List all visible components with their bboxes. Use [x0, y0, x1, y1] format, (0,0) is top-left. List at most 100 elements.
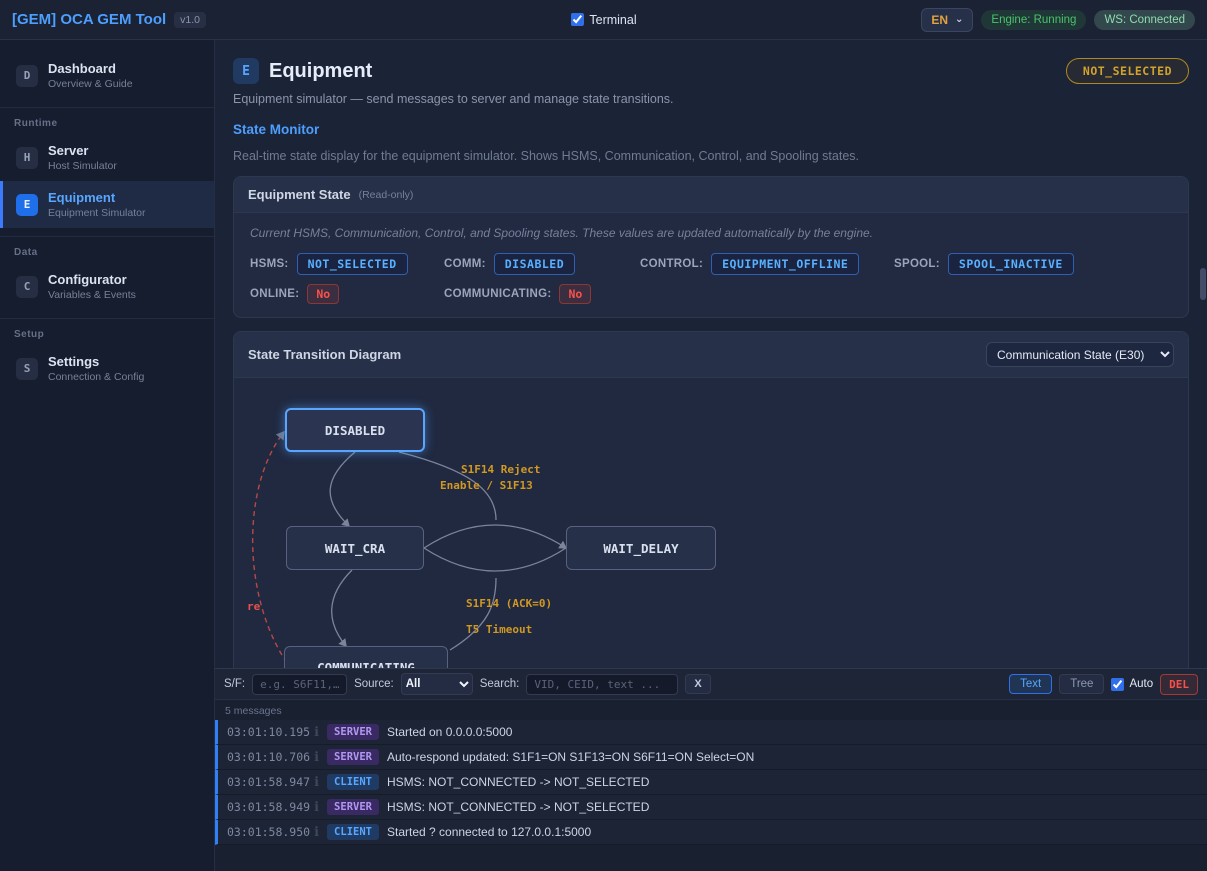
terminal-toggle[interactable]: Terminal [570, 12, 637, 27]
control-value-badge: EQUIPMENT_OFFLINE [711, 253, 860, 275]
equipment-state-title: Equipment State [248, 187, 351, 202]
message-time: 03:01:10.195 [227, 725, 311, 739]
diagram-node-wait-delay[interactable]: WAIT_DELAY [566, 526, 716, 570]
equipment-icon: E [16, 193, 38, 216]
sidebar-item-label: Dashboard [48, 61, 116, 76]
search-label: Search: [479, 678, 520, 690]
message-time: 03:01:10.706 [227, 750, 311, 764]
sidebar-item-sublabel: Connection & Config [48, 371, 145, 383]
state-diagram-canvas: DISABLED WAIT_CRA WAIT_DELAY COMMUNICATI… [234, 378, 1188, 668]
sidebar-item-settings[interactable]: S Settings Connection & Config [0, 345, 214, 392]
equipment-state-description: Current HSMS, Communication, Control, an… [250, 226, 874, 240]
hsms-label: HSMS: [250, 258, 289, 270]
sidebar-section-runtime: Runtime [0, 107, 214, 134]
log-row[interactable]: 03:01:58.947 ℹ CLIENT HSMS: NOT_CONNECTE… [215, 770, 1207, 795]
sidebar: D Dashboard Overview & Guide Runtime H S… [0, 40, 215, 871]
equipment-state-card: Equipment State (Read-only) Current HSMS… [233, 176, 1189, 318]
view-text-button[interactable]: Text [1009, 674, 1053, 694]
info-icon: ℹ [314, 824, 320, 839]
message-source-badge: SERVER [327, 799, 379, 815]
message-source-badge: SERVER [327, 749, 379, 765]
sidebar-item-label: Configurator [48, 272, 127, 287]
sidebar-section-setup: Setup [0, 318, 214, 345]
chevron-down-icon: ⌄ [955, 14, 964, 25]
spool-label: SPOOL: [894, 258, 940, 270]
sidebar-item-sublabel: Equipment Simulator [48, 207, 146, 219]
auto-scroll-toggle[interactable]: Auto [1111, 677, 1154, 691]
edge-label-enable: Enable / S1F13 [440, 479, 533, 492]
readonly-label: (Read-only) [358, 188, 414, 201]
edge-label-reject: S1F14 Reject [461, 463, 541, 476]
sidebar-item-equipment[interactable]: E Equipment Equipment Simulator [0, 181, 214, 228]
message-text: Started on 0.0.0.0:5000 [386, 725, 513, 739]
log-row[interactable]: 03:01:10.706 ℹ SERVER Auto-respond updat… [215, 745, 1207, 770]
sidebar-item-label: Server [48, 143, 89, 158]
edge-label-t5-timeout: T5 Timeout [466, 623, 533, 636]
configurator-icon: C [16, 275, 38, 298]
source-filter-select[interactable]: All [400, 673, 473, 695]
main-content: E Equipment NOT_SELECTED Equipment simul… [215, 40, 1207, 668]
state-diagram-card: State Transition Diagram Communication S… [233, 331, 1189, 668]
top-bar: [GEM] OCA GEM Tool v1.0 Terminal EN ⌄ En… [0, 0, 1207, 40]
message-time: 03:01:58.949 [227, 800, 311, 814]
message-source-badge: SERVER [327, 724, 379, 740]
source-filter-label: Source: [354, 678, 394, 690]
server-icon: H [16, 146, 38, 169]
sidebar-item-sublabel: Host Simulator [48, 160, 117, 172]
spool-value-badge: SPOOL_INACTIVE [947, 253, 1074, 275]
message-source-badge: CLIENT [327, 824, 379, 840]
message-text: Auto-respond updated: S1F1=ON S1F13=ON S… [386, 750, 755, 764]
equipment-page-icon: E [233, 58, 259, 84]
state-flag-communicating: COMMUNICATING: No [444, 284, 894, 304]
hsms-status-pill: NOT_SELECTED [1065, 58, 1189, 84]
scrollbar-thumb[interactable] [1200, 268, 1206, 300]
communicating-value-badge: No [559, 284, 592, 304]
language-select[interactable]: EN ⌄ [921, 7, 974, 32]
state-diagram-title: State Transition Diagram [248, 347, 402, 362]
log-row[interactable]: 03:01:58.950 ℹ CLIENT Started ? connecte… [215, 820, 1207, 845]
control-label: CONTROL: [640, 258, 704, 270]
sidebar-item-server[interactable]: H Server Host Simulator [0, 134, 214, 181]
clear-search-button[interactable]: X [685, 674, 711, 694]
message-time: 03:01:58.950 [227, 825, 311, 839]
message-text: HSMS: NOT_CONNECTED -> NOT_SELECTED [386, 775, 650, 789]
diagram-node-wait-cra[interactable]: WAIT_CRA [286, 526, 424, 570]
app-title: [GEM] OCA GEM Tool [12, 11, 167, 28]
search-input[interactable] [526, 673, 679, 695]
log-row[interactable]: 03:01:58.949 ℹ SERVER HSMS: NOT_CONNECTE… [215, 795, 1207, 820]
sidebar-section-data: Data [0, 236, 214, 263]
ws-status-badge: WS: Connected [1094, 9, 1195, 30]
info-icon: ℹ [314, 724, 320, 739]
delete-logs-button[interactable]: DEL [1160, 673, 1198, 695]
view-tree-button[interactable]: Tree [1059, 674, 1105, 694]
edge-label-ack: S1F14 (ACK=0) [466, 597, 553, 610]
sidebar-item-label: Settings [48, 354, 100, 369]
info-icon: ℹ [314, 774, 320, 789]
sidebar-item-sublabel: Variables & Events [48, 289, 136, 301]
state-monitor-description: Real-time state display for the equipmen… [233, 149, 859, 163]
terminal-toggle-label: Terminal [589, 12, 637, 27]
online-value-badge: No [307, 284, 340, 304]
diagram-node-disabled[interactable]: DISABLED [285, 408, 425, 452]
comm-value-badge: DISABLED [493, 253, 576, 275]
auto-scroll-checkbox[interactable] [1111, 677, 1125, 691]
sf-filter-input[interactable] [252, 673, 348, 695]
auto-scroll-label: Auto [1129, 678, 1154, 690]
page-title: Equipment [269, 59, 373, 82]
sidebar-item-dashboard[interactable]: D Dashboard Overview & Guide [0, 52, 214, 99]
sidebar-item-sublabel: Overview & Guide [48, 78, 133, 90]
log-row[interactable]: 03:01:10.195 ℹ SERVER Started on 0.0.0.0… [215, 720, 1207, 745]
state-field-comm: COMM: DISABLED [444, 253, 640, 275]
message-time: 03:01:58.947 [227, 775, 311, 789]
diagram-view-select[interactable]: Communication State (E30) [986, 342, 1174, 367]
comm-label: COMM: [444, 258, 486, 270]
state-monitor-heading: State Monitor [233, 122, 320, 137]
diagram-node-communicating[interactable]: COMMUNICATING [284, 646, 448, 668]
message-text: HSMS: NOT_CONNECTED -> NOT_SELECTED [386, 800, 650, 814]
state-field-hsms: HSMS: NOT_SELECTED [250, 253, 444, 275]
terminal-checkbox[interactable] [570, 13, 584, 26]
engine-status-badge: Engine: Running [981, 9, 1087, 30]
settings-icon: S [16, 357, 38, 380]
sidebar-item-configurator[interactable]: C Configurator Variables & Events [0, 263, 214, 310]
info-icon: ℹ [314, 749, 320, 764]
